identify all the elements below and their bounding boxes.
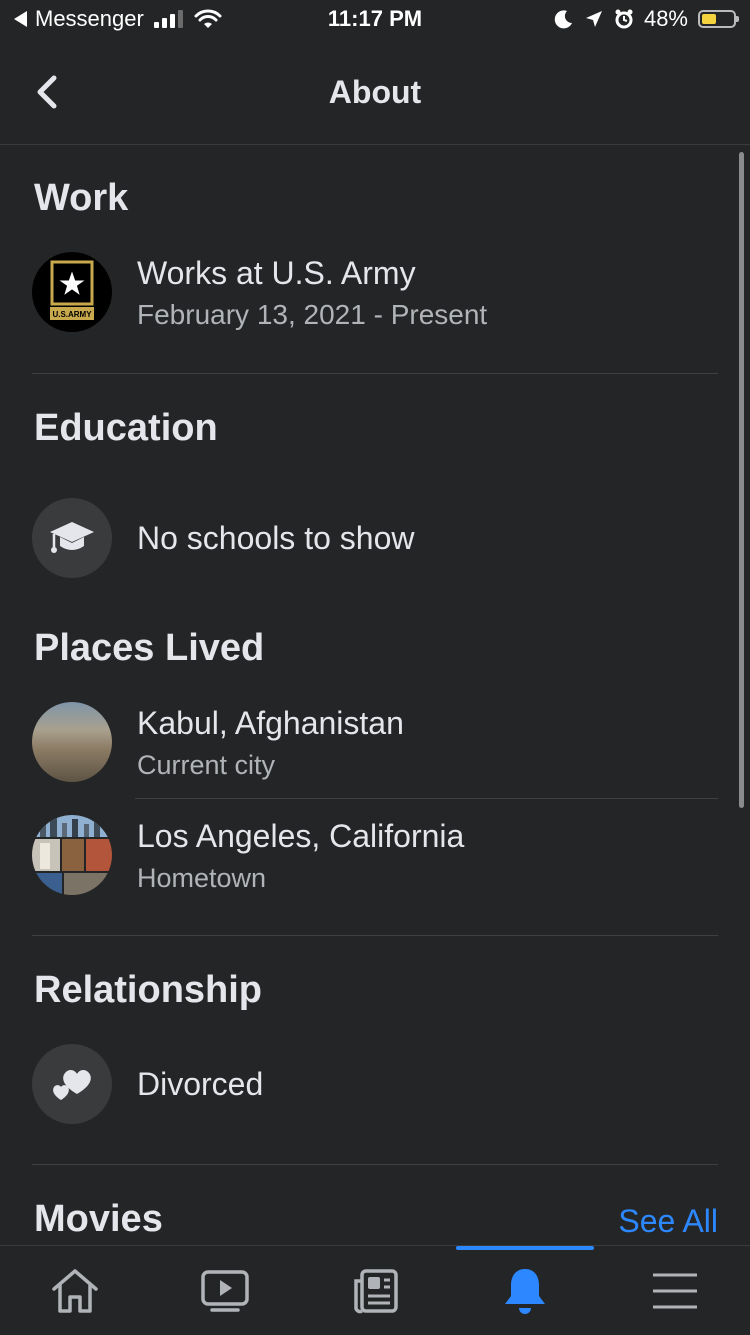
kabul-photo[interactable]	[32, 702, 112, 782]
divider	[135, 798, 718, 799]
tab-watch[interactable]	[150, 1246, 300, 1335]
alarm-icon	[615, 9, 633, 29]
battery-percent: 48%	[643, 6, 688, 31]
relationship-icon-circle	[32, 1044, 112, 1124]
page-title: About	[328, 74, 422, 110]
moon-icon	[554, 10, 572, 29]
divider	[32, 935, 718, 936]
nav-header: About	[0, 40, 750, 145]
work-dates: February 13, 2021 - Present	[137, 299, 488, 330]
divider	[32, 373, 718, 374]
news-icon	[354, 1268, 398, 1313]
section-title-places: Places Lived	[34, 627, 265, 669]
los-angeles-photo[interactable]	[32, 815, 112, 895]
menu-icon	[653, 1273, 697, 1308]
divider	[32, 1164, 718, 1165]
army-logo[interactable]: U.S.ARMY	[32, 252, 112, 332]
bell-icon	[505, 1268, 545, 1314]
education-empty-text: No schools to show	[137, 520, 415, 556]
bottom-tab-bar	[0, 1245, 750, 1335]
see-all-movies-link[interactable]: See All	[618, 1203, 718, 1240]
home-icon	[52, 1268, 98, 1313]
place-subtitle-los-angeles: Hometown	[137, 863, 267, 893]
place-title-los-angeles[interactable]: Los Angeles, California	[137, 818, 464, 855]
video-icon	[201, 1269, 249, 1312]
location-arrow-icon	[585, 11, 602, 27]
status-bar: Messenger 11:17 PM 48%	[0, 0, 750, 40]
section-title-relationship: Relationship	[34, 969, 263, 1011]
education-icon-circle	[32, 498, 112, 578]
tab-home[interactable]	[0, 1246, 150, 1335]
relationship-status: Divorced	[137, 1066, 264, 1102]
section-title-movies: Movies	[34, 1198, 163, 1240]
place-title-kabul[interactable]: Kabul, Afghanistan	[137, 705, 404, 742]
tab-news[interactable]	[300, 1246, 450, 1335]
tab-menu[interactable]	[600, 1246, 750, 1335]
hearts-icon	[53, 1070, 91, 1100]
tab-notifications[interactable]	[450, 1246, 600, 1335]
work-title[interactable]: Works at U.S. Army	[137, 255, 416, 292]
section-title-work: Work	[34, 177, 129, 219]
about-content[interactable]: Work U.S.ARMY Works at U.S. Army Februar…	[0, 145, 750, 1245]
scrollbar[interactable]	[739, 152, 744, 808]
svg-text:U.S.ARMY: U.S.ARMY	[52, 310, 92, 319]
graduation-cap-icon	[50, 522, 94, 553]
status-icons: 48%	[554, 6, 739, 32]
section-title-education: Education	[34, 407, 218, 449]
place-subtitle-kabul: Current city	[137, 750, 276, 780]
battery-icon	[698, 10, 739, 28]
